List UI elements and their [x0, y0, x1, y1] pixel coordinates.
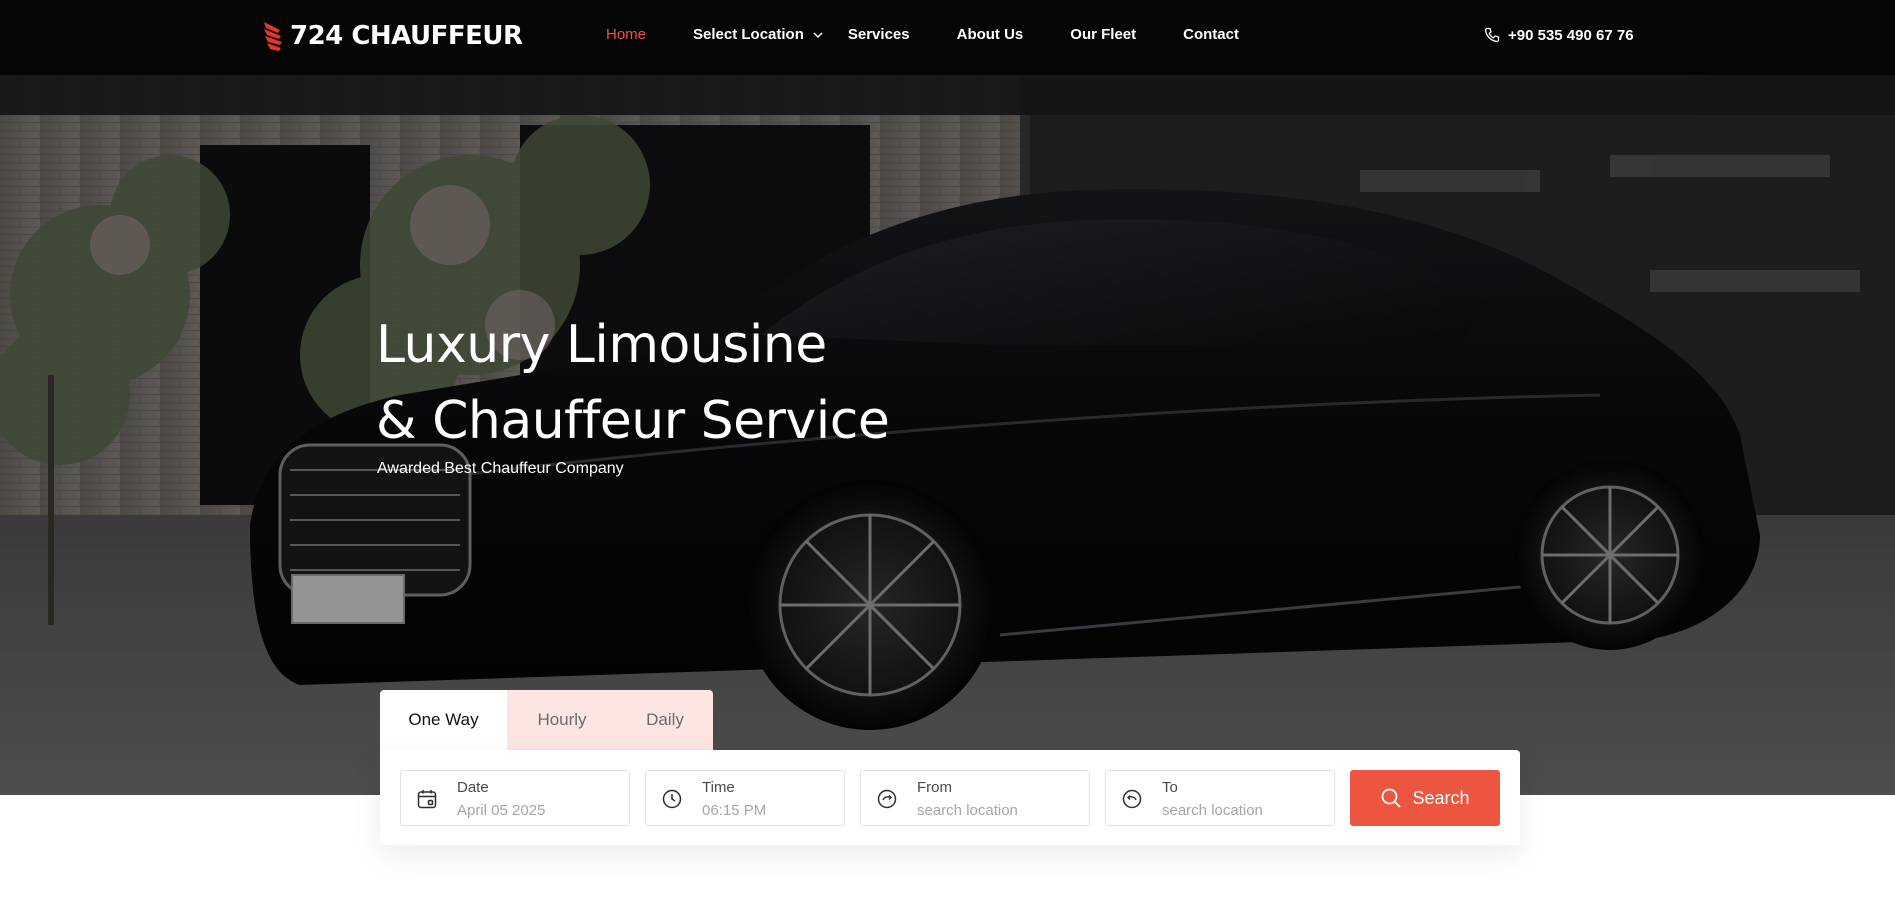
hero-title-line-2: & Chauffeur Service — [376, 391, 890, 451]
hero-title-line-1: Luxury Limousine — [376, 315, 827, 375]
booking-form: Date Time From To Search — [380, 750, 1520, 845]
from-field[interactable]: From — [860, 770, 1090, 826]
tab-daily[interactable]: Daily — [617, 690, 713, 750]
phone-icon — [1484, 27, 1500, 43]
time-field[interactable]: Time — [645, 770, 862, 826]
date-field[interactable]: Date — [400, 770, 630, 826]
search-button[interactable]: Search — [1350, 770, 1500, 826]
search-icon — [1382, 788, 1402, 808]
to-field[interactable]: To — [1105, 770, 1335, 826]
main-navigation: Home Select Location Services About Us O… — [606, 0, 1286, 70]
hero-subtitle: Awarded Best Chauffeur Company — [377, 460, 624, 477]
time-label: Time — [702, 779, 735, 796]
top-navigation-bar: 724 CHAUFFEUR Home Select Location Servi… — [0, 0, 1895, 75]
tab-hourly[interactable]: Hourly — [507, 690, 617, 750]
to-input[interactable] — [1162, 802, 1322, 819]
nav-select-location[interactable]: Select Location — [693, 0, 824, 70]
from-label: From — [917, 779, 952, 796]
tab-one-way[interactable]: One Way — [380, 690, 507, 750]
hero-section: Luxury Limousine & Chauffeur Service Awa… — [0, 75, 1895, 795]
hero-title: Luxury Limousine & Chauffeur Service — [376, 307, 890, 459]
clock-icon — [662, 789, 682, 809]
hero-background-image — [0, 75, 1895, 795]
chevron-down-icon — [813, 32, 823, 39]
to-label: To — [1162, 779, 1178, 796]
search-button-label: Search — [1412, 787, 1470, 808]
location-pin-icon — [1122, 789, 1142, 809]
phone-number: +90 535 490 67 76 — [1508, 26, 1634, 44]
red-wing-mark-icon — [264, 22, 282, 51]
nav-services[interactable]: Services — [848, 0, 910, 70]
brand-logo[interactable]: 724 CHAUFFEUR — [262, 18, 523, 54]
booking-type-tabs: One Way Hourly Daily — [380, 690, 713, 750]
nav-contact[interactable]: Contact — [1183, 0, 1239, 70]
date-input[interactable] — [457, 802, 617, 819]
from-input[interactable] — [917, 802, 1077, 819]
phone-link[interactable]: +90 535 490 67 76 — [1484, 0, 1634, 70]
date-label: Date — [457, 779, 489, 796]
nav-home[interactable]: Home — [606, 0, 646, 70]
nav-about-us[interactable]: About Us — [957, 0, 1024, 70]
location-pin-icon — [877, 789, 897, 809]
nav-our-fleet[interactable]: Our Fleet — [1070, 0, 1136, 70]
calendar-icon — [417, 790, 437, 809]
nav-select-location-label: Select Location — [693, 26, 804, 43]
time-input[interactable] — [702, 802, 862, 819]
brand-name: 724 CHAUFFEUR — [290, 21, 523, 51]
